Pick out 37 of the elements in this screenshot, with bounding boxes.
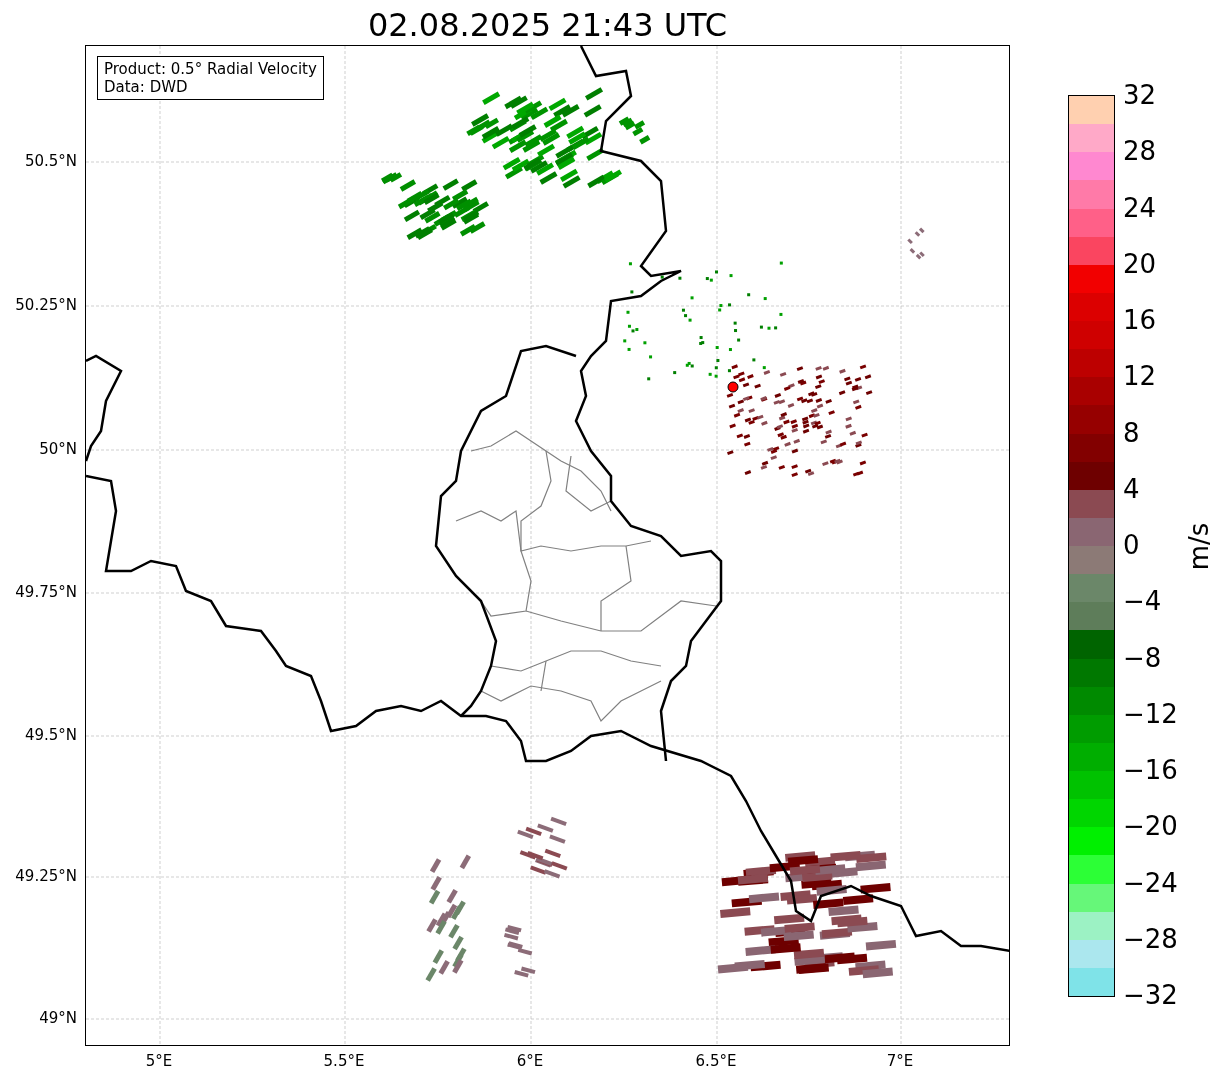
radar-site-marker [727, 381, 739, 393]
radar-echo-cluster [517, 816, 568, 879]
colorbar-tick-label: 32 [1123, 80, 1157, 110]
colorbar-tick-label: 24 [1123, 192, 1157, 223]
radar-echo-cluster [503, 924, 536, 978]
colorbar-tick-label: 28 [1123, 136, 1157, 167]
colorbar-tick-label: 20 [1123, 248, 1157, 279]
axis-tick-label: 49.25°N [15, 867, 77, 885]
colorbar-tick-label: 8 [1123, 417, 1140, 448]
axis-tick-label: 6°E [516, 1052, 544, 1070]
colorbar-tick-label: −4 [1123, 586, 1162, 617]
colorbar-label: m/s [1183, 522, 1216, 570]
colorbar-tick-label: −12 [1123, 698, 1178, 729]
colorbar-tick-label: −8 [1123, 642, 1162, 673]
colorbar-tick-label: −32 [1123, 980, 1178, 1010]
legend-text: Product: 0.5° Radial Velocity [104, 60, 317, 78]
colorbar-tick-label: −20 [1123, 811, 1178, 842]
radar-echo-cluster [907, 227, 925, 260]
colorbar-tick-label: −24 [1123, 867, 1178, 898]
colorbar-tick-label: −16 [1123, 755, 1178, 785]
axis-tick-label: 50°N [39, 440, 77, 458]
axis-tick-label: 6.5°E [695, 1052, 737, 1070]
axis-tick-label: 50.5°N [24, 152, 77, 170]
axis-tick-label: 5.5°E [323, 1052, 365, 1070]
colorbar-tick-label: 16 [1123, 305, 1157, 335]
colorbar-tick-label: 0 [1123, 530, 1140, 560]
axis-tick-label: 7°E [886, 1052, 914, 1070]
colorbar-tick-label: 4 [1123, 473, 1140, 504]
axis-tick-label: 49°N [39, 1009, 77, 1027]
colorbar-tick-label: −28 [1123, 923, 1178, 954]
axis-tick-label: 49.5°N [24, 726, 77, 744]
axis-tick-label: 5°E [145, 1052, 173, 1070]
colorbar-tick-label: 12 [1123, 361, 1157, 392]
axis-tick-label: 50.25°N [15, 296, 77, 314]
plot-title: 02.08.2025 21:43 UTC [367, 5, 728, 45]
axis-tick-label: 49.75°N [15, 583, 77, 601]
legend-text: Data: DWD [104, 78, 189, 96]
